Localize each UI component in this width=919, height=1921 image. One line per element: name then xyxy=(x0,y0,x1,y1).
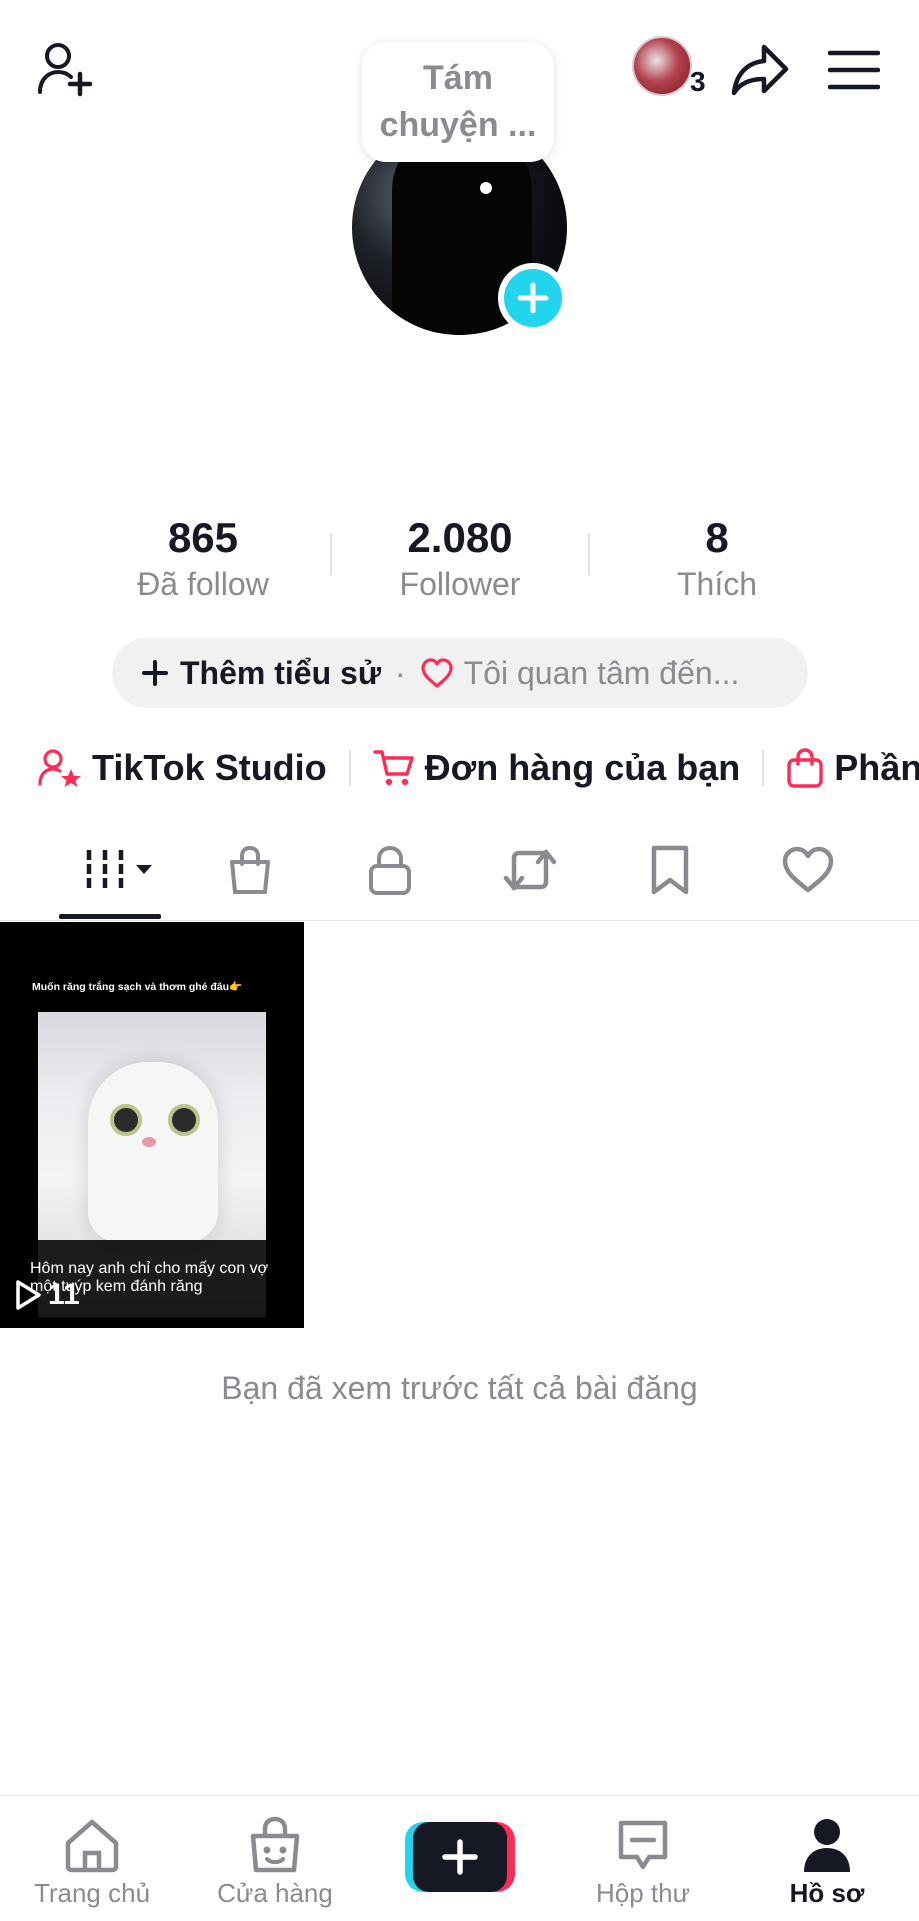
home-icon xyxy=(65,1819,119,1873)
person-star-icon xyxy=(38,749,81,787)
shop-bag-icon xyxy=(230,845,270,894)
heart-icon xyxy=(782,846,834,893)
nav-profile-label: Hồ sơ xyxy=(789,1878,865,1908)
create-plus-icon xyxy=(442,1839,478,1875)
bio-separator: · xyxy=(394,654,406,691)
share-button[interactable] xyxy=(728,38,792,102)
story-count-badge: 3 xyxy=(690,66,706,97)
plus-icon xyxy=(517,282,549,314)
shop-label: Phần xyxy=(834,747,919,788)
tab-private[interactable] xyxy=(345,838,435,902)
orders-label: Đơn hàng của bạn xyxy=(424,747,741,788)
stat-divider xyxy=(588,533,590,575)
nav-shop-label: Cửa hàng xyxy=(217,1878,333,1908)
nav-home-label: Trang chủ xyxy=(33,1878,151,1908)
profile-icon xyxy=(804,1819,850,1872)
person-add-icon xyxy=(38,43,93,97)
shop-link[interactable]: Phần xyxy=(786,747,919,789)
link-divider xyxy=(348,750,351,786)
shopping-bag-icon xyxy=(787,748,823,788)
bio-pill[interactable]: Thêm tiểu sử · Tôi quan tâm đến... xyxy=(112,638,808,708)
play-icon xyxy=(16,1280,41,1310)
tab-shop[interactable] xyxy=(205,838,295,902)
hamburger-menu-icon xyxy=(828,50,880,90)
views-value: 11 xyxy=(48,1278,80,1311)
note-bubble-text: Tám chuyện ... xyxy=(379,59,537,144)
active-tab-indicator xyxy=(59,914,161,919)
nav-shop[interactable]: Cửa hàng xyxy=(200,1796,350,1921)
story-avatar xyxy=(632,36,692,96)
share-arrow-icon xyxy=(731,44,789,96)
tab-liked[interactable] xyxy=(763,838,853,902)
story-avatar-button[interactable]: 3 xyxy=(630,36,710,100)
likes-label: Thích xyxy=(676,566,758,602)
seen-all-posts-text: Bạn đã xem trước tất cả bài đăng xyxy=(221,1370,698,1406)
tiktok-studio-label: TikTok Studio xyxy=(92,747,327,788)
following-label: Đã follow xyxy=(137,566,269,602)
tab-favorites[interactable] xyxy=(625,838,715,902)
following-count: 865 xyxy=(167,514,239,561)
nav-inbox[interactable]: Hộp thư xyxy=(568,1796,718,1921)
followers-label: Follower xyxy=(399,566,521,602)
tabs-divider xyxy=(0,920,919,921)
likes-count: 8 xyxy=(705,514,729,561)
note-bubble[interactable]: Tám chuyện ... xyxy=(362,42,554,162)
plus-icon xyxy=(142,660,168,686)
nav-home[interactable]: Trang chủ xyxy=(17,1796,167,1921)
nav-profile[interactable]: Hồ sơ xyxy=(752,1796,902,1921)
video-view-count: 11 xyxy=(14,1278,80,1312)
stat-followers[interactable]: 2.080 Follower xyxy=(350,514,570,606)
repost-icon xyxy=(503,849,557,891)
tiktok-studio-link[interactable]: TikTok Studio xyxy=(38,747,327,789)
add-avatar-button[interactable] xyxy=(498,263,568,333)
add-friend-button[interactable] xyxy=(30,34,100,104)
grid-icon xyxy=(86,850,123,890)
stat-following[interactable]: 865 Đã follow xyxy=(93,514,313,606)
video-thumbnail[interactable]: Muốn răng trắng sạch và thơm ghé đâu👉 Hô… xyxy=(0,922,304,1328)
stat-divider xyxy=(330,533,332,575)
tab-videos[interactable] xyxy=(70,838,165,902)
lock-icon xyxy=(369,845,411,895)
nav-inbox-label: Hộp thư xyxy=(595,1878,690,1908)
create-button[interactable] xyxy=(405,1822,515,1892)
followers-count: 2.080 xyxy=(407,514,513,561)
quick-links: TikTok Studio Đơn hàng của bạn Phần xyxy=(38,740,919,796)
chevron-down-icon xyxy=(135,865,152,874)
menu-button[interactable] xyxy=(822,38,886,102)
stat-likes[interactable]: 8 Thích xyxy=(607,514,827,606)
cart-icon xyxy=(372,750,414,786)
bubble-dot xyxy=(480,182,492,194)
tab-reposts[interactable] xyxy=(485,838,575,902)
interest-label: Tôi quan tâm đến... xyxy=(463,654,740,691)
bookmark-icon xyxy=(651,845,689,895)
inbox-icon xyxy=(618,1820,668,1870)
video-top-caption: Muốn răng trắng sạch và thơm ghé đâu👉 xyxy=(32,981,243,993)
shop-icon xyxy=(250,1816,300,1873)
add-bio-label: Thêm tiểu sử xyxy=(180,654,381,691)
link-divider xyxy=(762,750,765,786)
heart-outline-icon xyxy=(421,658,453,688)
orders-link[interactable]: Đơn hàng của bạn xyxy=(372,747,741,789)
